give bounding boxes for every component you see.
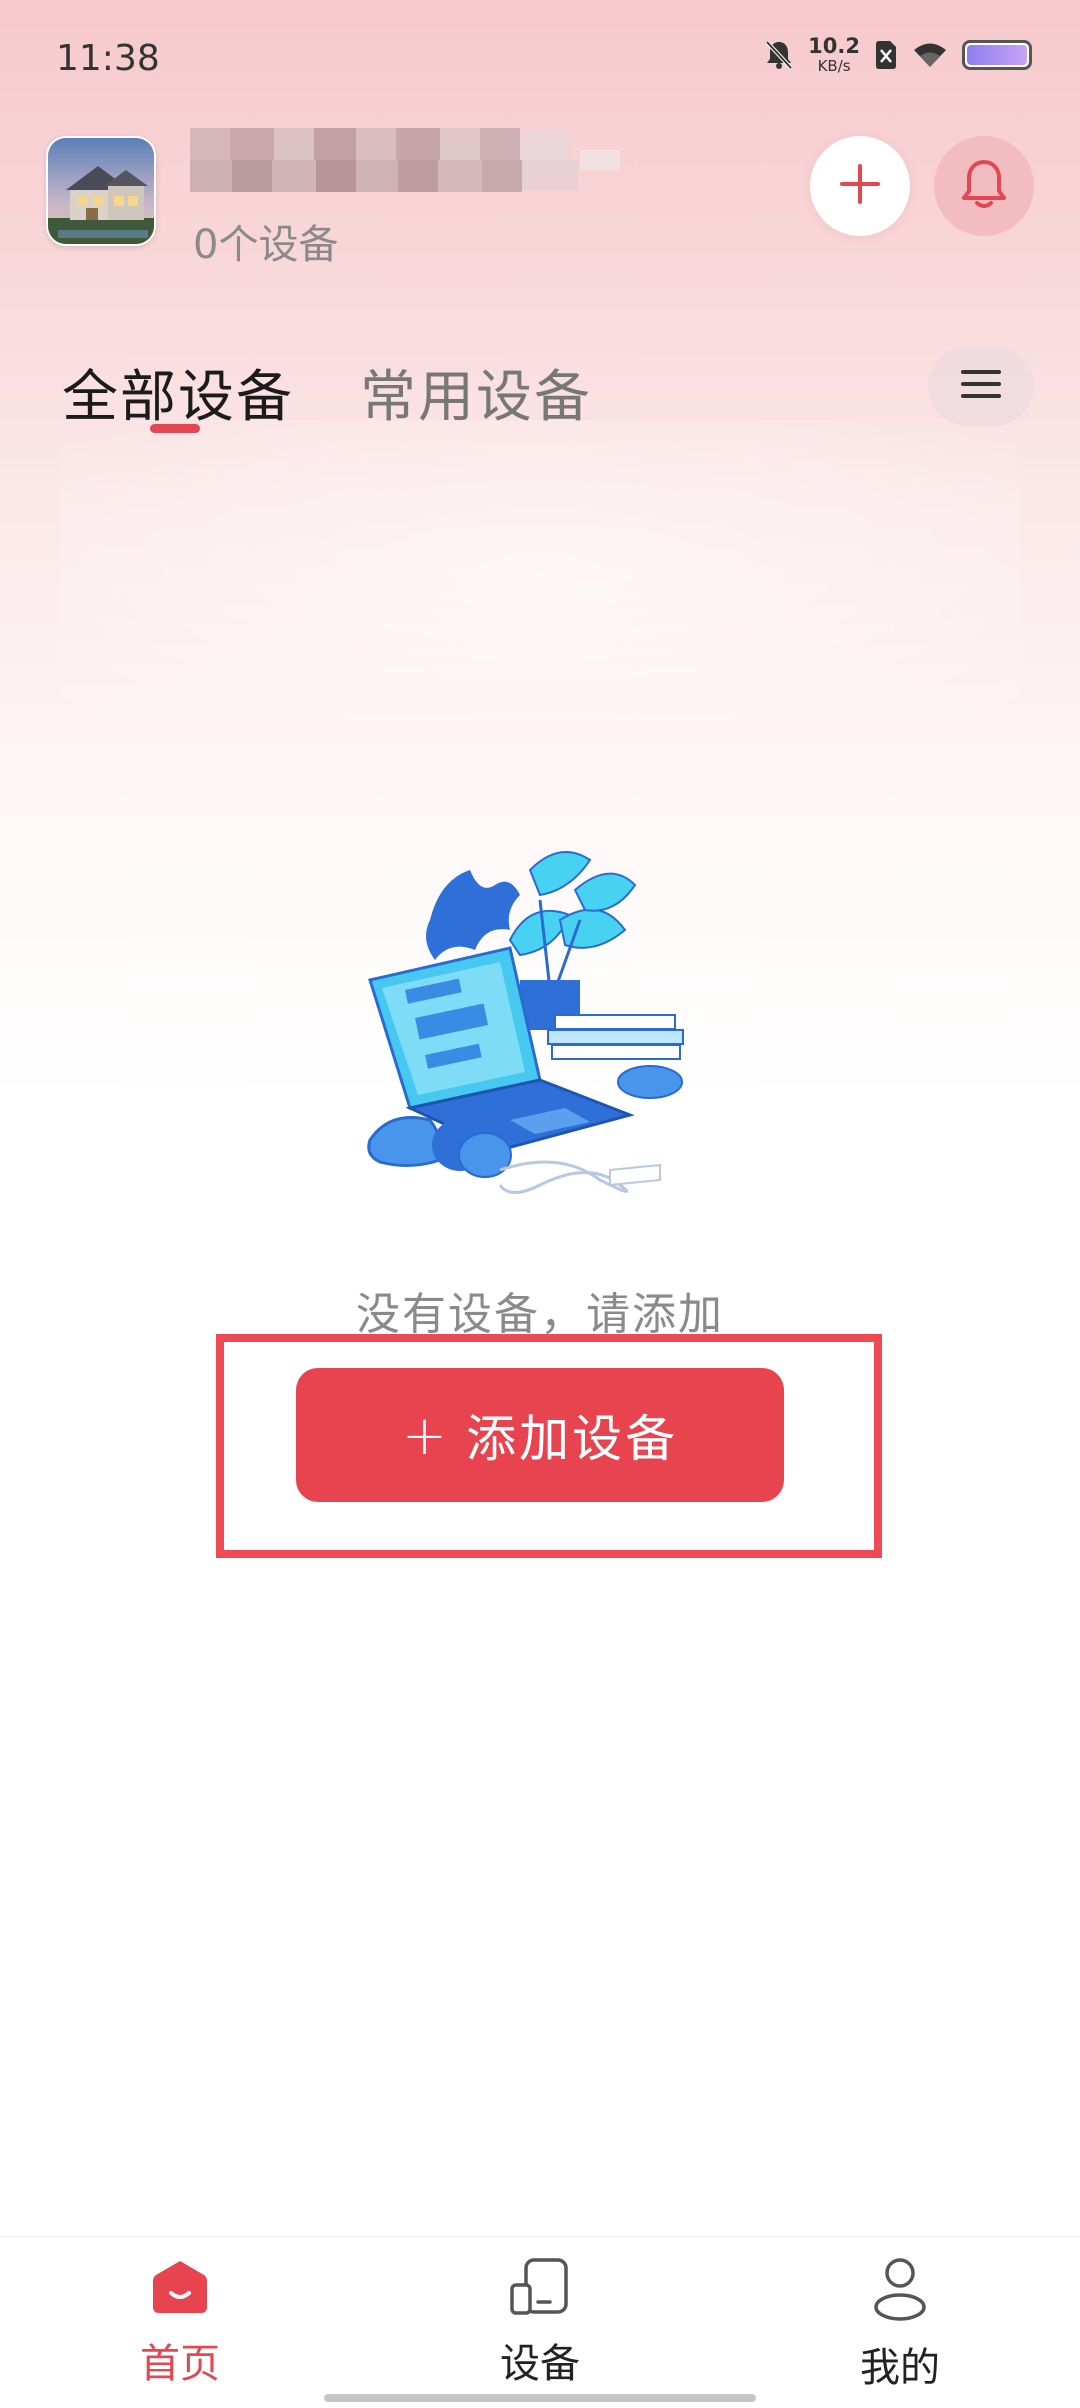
add-device-label: 添加设备 (466, 1410, 679, 1468)
tab-common-devices[interactable]: 常用设备 (360, 352, 592, 433)
tab-all-devices[interactable]: 全部设备 (62, 352, 294, 433)
notification-button[interactable] (934, 136, 1034, 236)
add-plus-icon: + (401, 1403, 451, 1467)
device-icon (508, 2257, 572, 2321)
menu-button[interactable] (928, 346, 1034, 426)
tab-active-indicator (150, 424, 200, 433)
device-count: 0个设备 (193, 222, 339, 268)
background-cloud (60, 420, 1020, 720)
status-time: 11:38 (56, 38, 160, 79)
nav-device-label: 设备 (500, 2341, 580, 2387)
empty-state-message: 没有设备，请添加 (356, 1289, 724, 1340)
home-icon (150, 2257, 210, 2321)
nav-home[interactable]: 首页 (80, 2257, 280, 2389)
sim-blocked-icon (874, 40, 898, 70)
bell-off-icon (764, 39, 794, 71)
bell-icon (960, 157, 1008, 215)
nav-device[interactable]: 设备 (440, 2257, 640, 2389)
wifi-icon (912, 41, 948, 69)
battery-fill (967, 45, 1027, 65)
bottom-navigation: 首页 设备 我的 (0, 2236, 1080, 2408)
house-avatar[interactable] (46, 136, 156, 246)
net-speed-indicator: 10.2 KB/s (808, 36, 860, 74)
nav-home-label: 首页 (140, 2341, 220, 2387)
add-device-button[interactable]: + 添加设备 (296, 1368, 784, 1502)
nav-mine-label: 我的 (860, 2345, 940, 2391)
home-name-blurred (190, 128, 620, 192)
nav-mine[interactable]: 我的 (800, 2257, 1000, 2393)
status-bar: 11:38 10.2 KB/s (0, 0, 1080, 120)
status-icons: 10.2 KB/s (764, 36, 1032, 74)
net-speed-value: 10.2 (808, 34, 860, 58)
laptop-plant-illustration (367, 851, 684, 1194)
profile-icon (870, 2257, 930, 2325)
plus-icon (838, 162, 882, 210)
net-speed-unit: KB/s (817, 57, 851, 75)
battery-icon (962, 40, 1032, 70)
hamburger-menu-icon (960, 367, 1002, 405)
home-indicator-bar[interactable] (324, 2394, 756, 2402)
add-button[interactable] (810, 136, 910, 236)
